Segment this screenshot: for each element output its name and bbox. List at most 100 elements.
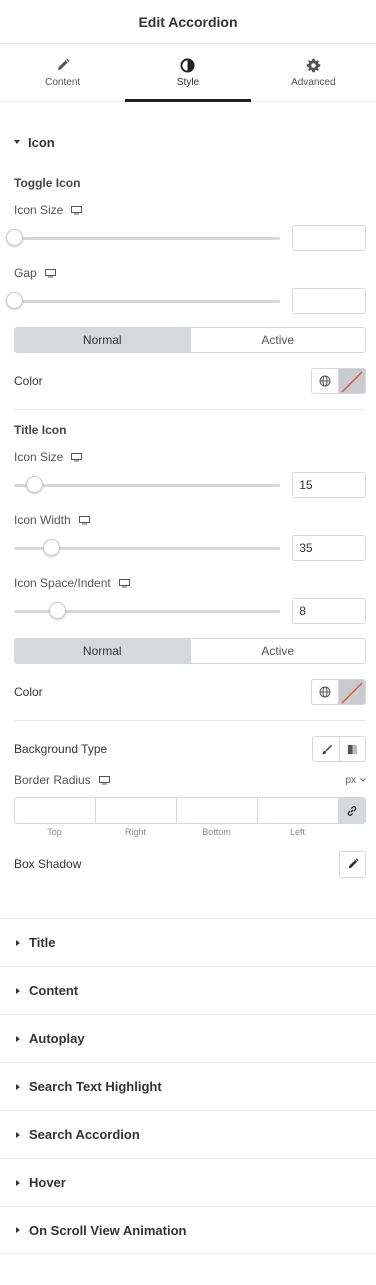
section-header-content[interactable]: Content <box>0 966 376 1014</box>
section-title: Search Text Highlight <box>29 1079 162 1094</box>
toggle-icon-size-slider[interactable] <box>6 228 281 248</box>
slider-track <box>14 300 281 303</box>
tab-normal[interactable]: Normal <box>15 639 190 663</box>
tab-content[interactable]: Content <box>0 44 125 101</box>
toggle-icon-size-label: Icon Size <box>14 200 366 220</box>
icon-section-header[interactable]: Icon <box>14 102 366 182</box>
tab-content-label: Content <box>45 77 81 88</box>
section-title: Content <box>29 983 79 998</box>
side-label-right: Right <box>124 827 146 837</box>
collapsed-sections: Title Content Autoplay Search Text Highligh… <box>0 918 376 1254</box>
caret-right-icon <box>16 1083 20 1090</box>
side-label-top: Top <box>47 827 62 837</box>
side-label-left: Left <box>289 827 305 837</box>
desktop-icon[interactable] <box>78 515 90 525</box>
color-swatch[interactable] <box>339 369 365 393</box>
tab-style-label: Style <box>176 77 200 88</box>
tab-active[interactable]: Active <box>189 639 365 663</box>
tab-advanced[interactable]: Advanced <box>251 44 376 101</box>
slider-handle[interactable] <box>48 602 66 619</box>
title-icon-size-text: Icon Size <box>14 450 64 464</box>
brush-icon[interactable] <box>313 737 339 761</box>
color-control <box>311 679 366 705</box>
radius-bottom-input[interactable] <box>177 798 258 823</box>
slider-handle[interactable] <box>43 539 61 556</box>
icon-space-text: Icon Space/Indent <box>14 576 111 590</box>
gap-control <box>6 283 366 319</box>
desktop-icon[interactable] <box>71 452 83 462</box>
section-header-search-accordion[interactable]: Search Accordion <box>0 1110 376 1158</box>
border-radius-side-labels: Top Right Bottom Left <box>14 824 366 840</box>
gear-icon <box>306 57 321 73</box>
editor-tabs: Content Style Advanced <box>0 44 376 102</box>
title-icon-size-input[interactable]: 15 <box>292 472 366 498</box>
icon-space-input[interactable]: 8 <box>292 598 366 624</box>
panel-title: Edit Accordion <box>138 13 238 30</box>
unit-label: px <box>345 774 356 786</box>
background-type-control <box>312 736 366 762</box>
desktop-icon[interactable] <box>44 268 56 278</box>
title-icon-size-slider[interactable] <box>14 475 281 495</box>
desktop-icon[interactable] <box>118 578 130 588</box>
tab-style[interactable]: Style <box>125 44 251 102</box>
icon-width-input[interactable]: 35 <box>292 535 366 561</box>
caret-right-icon <box>16 1227 20 1233</box>
desktop-icon[interactable] <box>71 205 83 215</box>
section-title: Search Accordion <box>29 1127 140 1142</box>
icon-width-label: Icon Width <box>14 510 366 530</box>
unit-selector[interactable]: px <box>345 775 366 786</box>
gap-label-text: Gap <box>14 266 37 280</box>
caret-right-icon <box>16 1035 20 1042</box>
section-header-autoplay[interactable]: Autoplay <box>0 1014 376 1062</box>
border-radius-label: Border Radius <box>14 770 110 790</box>
caret-down-icon <box>14 140 20 144</box>
section-title: Title <box>29 935 56 950</box>
link-icon[interactable] <box>339 798 365 823</box>
tab-active[interactable]: Active <box>189 328 365 352</box>
radius-left-input[interactable] <box>258 798 339 823</box>
section-title: On Scroll View Animation <box>29 1222 187 1238</box>
section-header-search-text-highlight[interactable]: Search Text Highlight <box>0 1062 376 1110</box>
toggle-icon-state-tabs: Normal Active <box>14 327 366 353</box>
icon-section: Icon Toggle Icon Icon Size Gap Normal Ac… <box>0 102 376 409</box>
gap-input[interactable] <box>292 288 366 314</box>
border-radius-inputs <box>14 797 366 824</box>
caret-right-icon <box>16 939 20 946</box>
icon-space-slider[interactable] <box>14 601 281 621</box>
edit-box-shadow-button[interactable] <box>339 850 366 878</box>
globe-icon[interactable] <box>312 680 339 704</box>
icon-section-title: Icon <box>28 134 55 150</box>
icon-width-text: Icon Width <box>14 513 71 527</box>
desktop-icon[interactable] <box>98 775 110 785</box>
radius-right-input[interactable] <box>96 798 177 823</box>
slider-handle[interactable] <box>6 229 23 246</box>
slider-handle[interactable] <box>25 476 43 493</box>
caret-right-icon <box>16 1131 20 1138</box>
color-control <box>311 368 366 394</box>
gradient-icon[interactable] <box>339 737 365 761</box>
pencil-icon <box>347 858 359 870</box>
title-icon-color-row: Color <box>14 678 366 706</box>
toggle-icon-color-row: Color <box>14 367 366 395</box>
side-label-bottom: Bottom <box>202 827 231 837</box>
pencil-icon <box>56 57 70 73</box>
chevron-down-icon <box>360 778 366 782</box>
color-swatch[interactable] <box>339 680 365 704</box>
section-header-on-scroll-view-animation[interactable]: On Scroll View Animation <box>0 1206 376 1254</box>
gap-slider[interactable] <box>6 291 281 311</box>
section-title: Autoplay <box>29 1031 85 1046</box>
slider-handle[interactable] <box>6 292 23 309</box>
title-icon-heading: Title Icon <box>14 423 67 437</box>
box-shadow-label: Box Shadow <box>14 857 82 871</box>
section-header-title[interactable]: Title <box>0 918 376 966</box>
caret-right-icon <box>16 987 20 994</box>
caret-right-icon <box>16 1179 20 1186</box>
icon-width-slider[interactable] <box>14 538 281 558</box>
tab-normal[interactable]: Normal <box>15 328 190 352</box>
title-icon-size-label: Icon Size <box>14 447 366 467</box>
section-header-hover[interactable]: Hover <box>0 1158 376 1206</box>
gap-label: Gap <box>14 263 366 283</box>
globe-icon[interactable] <box>312 369 339 393</box>
radius-top-input[interactable] <box>15 798 96 823</box>
toggle-icon-size-input[interactable] <box>292 225 366 251</box>
